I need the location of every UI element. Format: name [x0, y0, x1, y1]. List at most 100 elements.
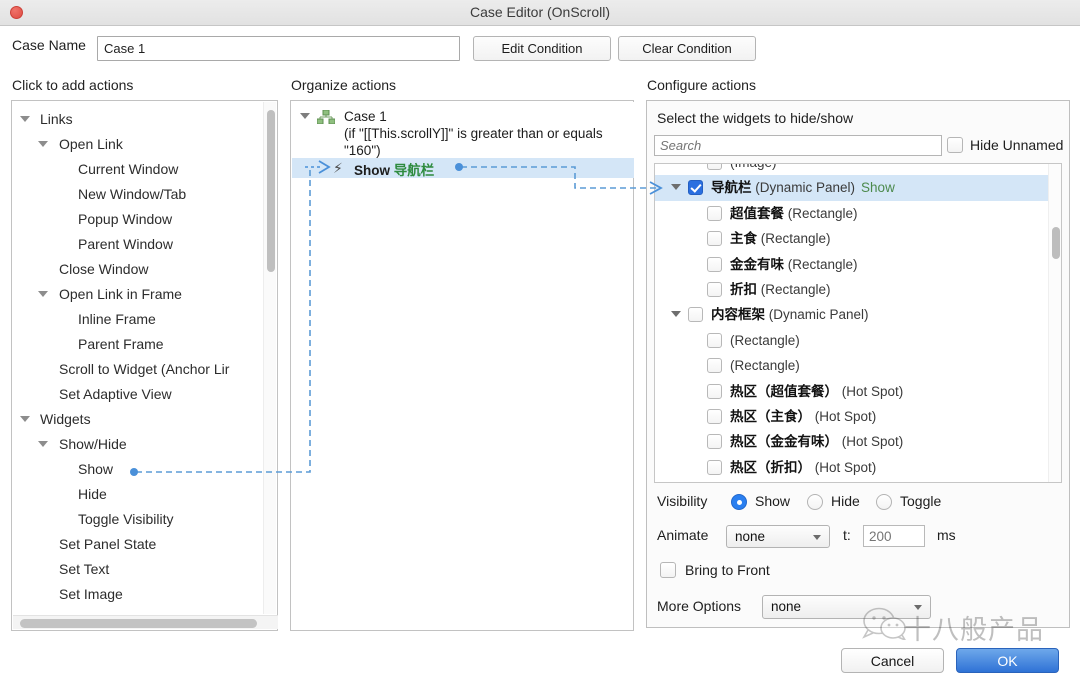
window-title: Case Editor (OnScroll) [469, 4, 611, 20]
widget-checkbox[interactable] [707, 256, 722, 272]
action-tree-item[interactable]: Set Adaptive View [12, 382, 266, 407]
widget-list-item[interactable]: (Rectangle) [655, 328, 1061, 353]
action-tree-item-label: Set Image [59, 586, 123, 602]
action-tree-vertical-scrollbar[interactable] [263, 102, 276, 614]
widget-checkbox[interactable] [707, 358, 722, 374]
hide-unnamed-checkbox[interactable] [947, 137, 963, 153]
action-tree-item[interactable]: Show [12, 457, 266, 482]
action-tree-item[interactable]: Toggle Visibility [12, 507, 266, 532]
widget-checkbox[interactable] [707, 332, 722, 348]
action-tree-item[interactable]: Links [12, 107, 266, 132]
action-tree-item-label: Open Link [59, 136, 123, 152]
widget-item-type: (Hot Spot) [841, 434, 904, 450]
action-tree-item[interactable]: Set Panel State [12, 532, 266, 557]
action-tree-item-label: Show [78, 461, 114, 477]
action-tree-item[interactable]: Open Link in Frame [12, 282, 266, 307]
edit-condition-button[interactable]: Edit Condition [473, 36, 611, 61]
animate-time-input[interactable] [863, 525, 925, 547]
widget-list-item[interactable]: 内容框架 (Dynamic Panel) [655, 302, 1061, 327]
widget-checkbox[interactable] [707, 281, 722, 297]
widget-list-item[interactable]: (Image) [655, 164, 1061, 175]
clear-condition-button[interactable]: Clear Condition [618, 36, 756, 61]
bring-to-front-checkbox[interactable] [660, 562, 676, 578]
visibility-radio-hide[interactable] [807, 494, 823, 510]
organize-action-label: Show 导航栏 [354, 159, 434, 179]
ok-button[interactable]: OK [956, 648, 1059, 673]
chevron-down-icon[interactable] [38, 441, 48, 447]
scrollbar-thumb[interactable] [20, 619, 257, 628]
action-tree-item[interactable]: Open Link [12, 132, 266, 157]
widget-checkbox[interactable] [707, 434, 722, 450]
action-tree-item[interactable]: Set Image [12, 582, 266, 607]
case-node[interactable]: Case 1 (if "[[This.scrollY]]" is greater… [292, 102, 634, 158]
widget-checkbox[interactable] [707, 459, 722, 475]
chevron-down-icon[interactable] [300, 113, 310, 119]
widget-checkbox[interactable] [688, 307, 703, 323]
scrollbar-thumb[interactable] [267, 110, 275, 272]
widget-checkbox[interactable] [707, 408, 722, 424]
chevron-down-icon[interactable] [20, 416, 30, 422]
organize-actions-panel: Case 1 (if "[[This.scrollY]]" is greater… [290, 100, 634, 631]
visibility-option-show-label: Show [755, 493, 791, 509]
case-name-input[interactable] [97, 36, 460, 61]
widget-list-item[interactable]: 折扣 (Rectangle) [655, 277, 1061, 302]
widget-list-item[interactable]: 金金有味 (Rectangle) [655, 252, 1061, 277]
configure-actions-panel: Select the widgets to hide/show Hide Unn… [646, 100, 1070, 628]
action-tree-item-label: Inline Frame [78, 311, 156, 327]
widget-list[interactable]: (Image)导航栏 (Dynamic Panel)Show超值套餐 (Rect… [655, 164, 1061, 480]
action-tree-item[interactable]: Parent Frame [12, 332, 266, 357]
widget-list-item[interactable]: 主食 (Rectangle) [655, 226, 1061, 251]
action-tree-item-label: Set Text [59, 561, 110, 577]
scrollbar-thumb[interactable] [1052, 227, 1060, 259]
widget-checkbox[interactable] [707, 205, 722, 221]
widget-list-item[interactable]: (Rectangle) [655, 353, 1061, 378]
cancel-button[interactable]: Cancel [841, 648, 944, 673]
animate-time-label: t: [843, 527, 851, 543]
action-tree-item[interactable]: New Window/Tab [12, 182, 266, 207]
widget-checkbox[interactable] [707, 164, 722, 170]
action-tree-horizontal-scrollbar[interactable] [13, 615, 278, 629]
widget-list-scrollbar[interactable] [1048, 164, 1061, 482]
widget-item-label: 热区（超值套餐） (Hot Spot) [730, 379, 903, 404]
chevron-down-icon[interactable] [38, 291, 48, 297]
action-tree-item[interactable]: Parent Window [12, 232, 266, 257]
visibility-radio-toggle[interactable] [876, 494, 892, 510]
organize-action-row-show[interactable]: ⚡ Show 导航栏 [292, 158, 634, 178]
widget-list-item[interactable]: 热区（主食） (Hot Spot) [655, 404, 1061, 429]
widget-checkbox[interactable] [707, 231, 722, 247]
widget-item-type: (Hot Spot) [814, 459, 877, 475]
action-tree[interactable]: Links Open Link Current Window New Window/T… [12, 101, 266, 613]
animate-select[interactable]: none [726, 525, 830, 548]
case-node-title: Case 1 [344, 109, 387, 124]
widget-list-item[interactable]: 超值套餐 (Rectangle) [655, 201, 1061, 226]
widget-item-type: (Rectangle) [760, 231, 831, 247]
widget-item-name: 折扣 [730, 281, 757, 297]
action-tree-item[interactable]: Hide [12, 482, 266, 507]
chevron-down-icon[interactable] [20, 116, 30, 122]
action-tree-item[interactable]: Popup Window [12, 207, 266, 232]
search-input[interactable] [654, 135, 942, 156]
widget-list-item[interactable]: 导航栏 (Dynamic Panel) Show [655, 175, 1061, 201]
visibility-radio-show[interactable] [731, 494, 747, 510]
chevron-down-icon[interactable] [671, 184, 681, 191]
action-tree-item[interactable]: Widgets [12, 407, 266, 432]
action-tree-item[interactable]: Inline Frame [12, 307, 266, 332]
action-tree-item-label: Popup Window [78, 211, 173, 227]
action-tree-item[interactable]: Close Window [12, 257, 266, 282]
widget-checkbox[interactable] [688, 180, 703, 196]
chevron-down-icon[interactable] [38, 141, 48, 147]
widget-list-item[interactable]: 热区（金金有味） (Hot Spot) [655, 429, 1061, 454]
action-tree-item-label: Current Window [78, 161, 179, 177]
action-tree-item[interactable]: Show/Hide [12, 432, 266, 457]
chevron-down-icon[interactable] [671, 311, 681, 318]
action-tree-item[interactable]: Scroll to Widget (Anchor Lir [12, 357, 266, 382]
column-header-click-to-add-actions: Click to add actions [12, 77, 134, 93]
widget-checkbox[interactable] [707, 383, 722, 399]
case-name-row: Case Name Edit Condition Clear Condition [0, 26, 1080, 72]
wechat-logo-icon [862, 607, 907, 642]
widget-list-item[interactable]: 热区（超值套餐） (Hot Spot) [655, 379, 1061, 404]
case-node-text: Case 1 (if "[[This.scrollY]]" is greater… [344, 108, 629, 159]
action-tree-item[interactable]: Current Window [12, 157, 266, 182]
action-tree-item[interactable]: Set Text [12, 557, 266, 582]
widget-list-item[interactable]: 热区（折扣） (Hot Spot) [655, 455, 1061, 480]
